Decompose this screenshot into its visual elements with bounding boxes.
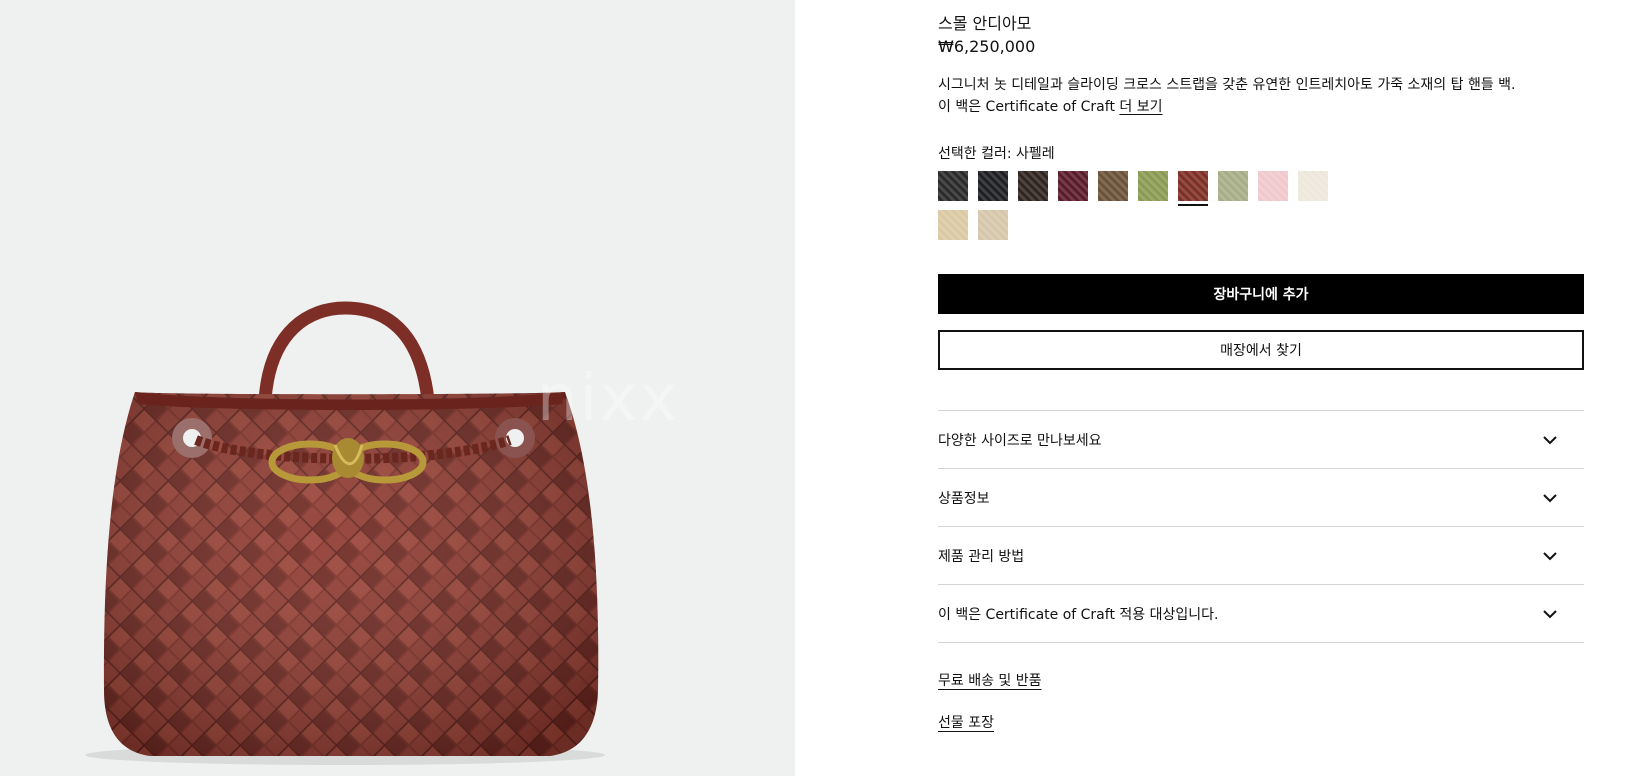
chevron-down-icon <box>1543 551 1557 560</box>
color-swatch[interactable] <box>978 171 1008 201</box>
color-swatch[interactable] <box>1178 171 1208 206</box>
accordion-item[interactable]: 다양한 사이즈로 만나보세요 <box>938 410 1584 468</box>
color-swatch[interactable] <box>1138 171 1168 201</box>
color-swatch[interactable] <box>1018 171 1048 201</box>
color-swatch[interactable] <box>978 210 1008 240</box>
accordion-item-label: 제품 관리 방법 <box>938 548 1025 565</box>
description-line-1: 시그니처 놋 디테일과 슬라이딩 크로스 스트랩을 갖춘 유연한 인트레치아토 … <box>938 77 1516 93</box>
info-accordion: 다양한 사이즈로 만나보세요상품정보제품 관리 방법이 백은 Certifica… <box>938 410 1584 643</box>
find-in-store-button[interactable]: 매장에서 찾기 <box>938 330 1584 370</box>
color-swatch[interactable] <box>1258 171 1288 201</box>
accordion-item-label: 상품정보 <box>938 490 990 507</box>
color-swatches <box>938 171 1358 240</box>
product-price: ₩6,250,000 <box>938 37 1036 56</box>
chevron-down-icon <box>1543 435 1557 444</box>
color-swatch[interactable] <box>1218 171 1248 201</box>
description-certificate-text: 이 백은 Certificate of Craft <box>938 99 1120 115</box>
accordion-item[interactable]: 제품 관리 방법 <box>938 526 1584 584</box>
product-description: 시그니처 놋 디테일과 슬라이딩 크로스 스트랩을 갖춘 유연한 인트레치아토 … <box>938 74 1558 118</box>
color-swatch[interactable] <box>1098 171 1128 201</box>
accordion-item[interactable]: 이 백은 Certificate of Craft 적용 대상입니다. <box>938 584 1584 643</box>
gift-wrap-link[interactable]: 선물 포장 <box>938 712 994 732</box>
chevron-down-icon <box>1543 493 1557 502</box>
free-shipping-returns-link[interactable]: 무료 배송 및 반품 <box>938 670 1042 690</box>
accordion-item[interactable]: 상품정보 <box>938 468 1584 526</box>
color-swatch[interactable] <box>1298 171 1328 201</box>
chevron-down-icon <box>1543 609 1557 618</box>
color-swatch[interactable] <box>938 210 968 240</box>
selected-color-label: 선택한 컬러: 사펠레 <box>938 146 1055 162</box>
add-to-cart-button[interactable]: 장바구니에 추가 <box>938 274 1584 314</box>
image-watermark: nixx <box>537 362 680 436</box>
more-link[interactable]: 더 보기 <box>1119 99 1162 115</box>
accordion-item-label: 이 백은 Certificate of Craft 적용 대상입니다. <box>938 606 1219 623</box>
product-image-panel: nixx <box>0 0 795 776</box>
color-swatch[interactable] <box>1058 171 1088 201</box>
color-swatch[interactable] <box>938 171 968 201</box>
product-title: 스몰 안디아모 <box>938 14 1032 33</box>
accordion-item-label: 다양한 사이즈로 만나보세요 <box>938 432 1102 449</box>
description-line-2: 이 백은 Certificate of Craft 더 보기 <box>938 96 1558 118</box>
